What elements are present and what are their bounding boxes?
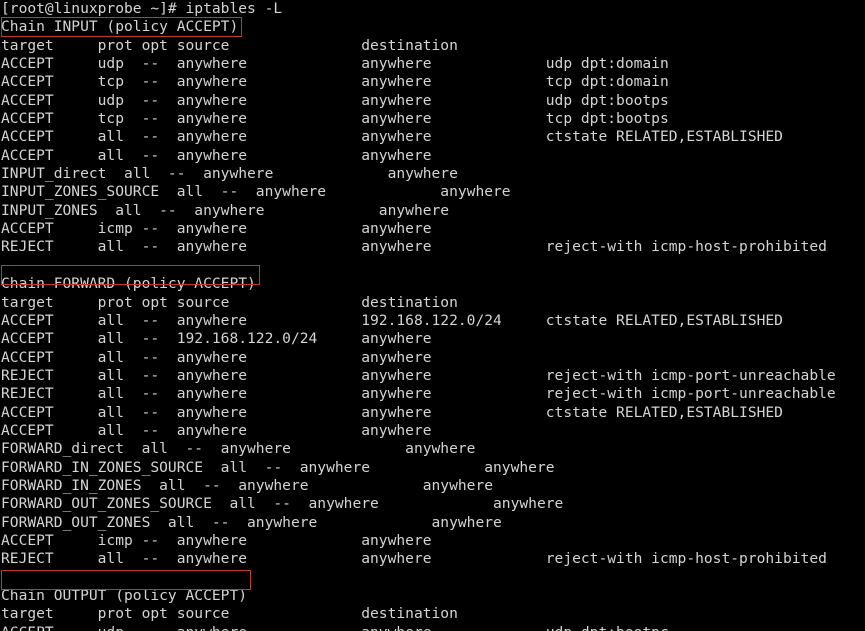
terminal-line: INPUT_ZONES all -- anywhere anywhere xyxy=(1,201,450,219)
terminal-line: INPUT_direct all -- anywhere anywhere xyxy=(1,165,458,183)
terminal-line: ACCEPT udp -- anywhere anywhere udp dpt:… xyxy=(1,624,836,631)
terminal-line: ACCEPT tcp -- anywhere anywhere tcp dpt:… xyxy=(1,110,669,128)
terminal-line: FORWARD_IN_ZONES_SOURCE all -- anywhere … xyxy=(1,458,555,476)
terminal-line: ACCEPT udp -- anywhere anywhere udp dpt:… xyxy=(1,55,669,73)
terminal-line: target prot opt source destination xyxy=(1,293,458,311)
terminal-line: Chain INPUT (policy ACCEPT) xyxy=(1,18,239,36)
terminal-line: REJECT all -- anywhere anywhere reject-w… xyxy=(1,550,827,568)
terminal-line: ACCEPT icmp -- anywhere anywhere xyxy=(1,220,432,238)
terminal-line: target prot opt source destination xyxy=(1,605,458,623)
terminal-screen-text: [root@linuxprobe ~]# iptables -L Chain IN… xyxy=(1,0,836,631)
terminal-line: Chain FORWARD (policy ACCEPT) xyxy=(1,275,256,293)
terminal-line: ACCEPT icmp -- anywhere anywhere xyxy=(1,531,432,549)
terminal-line: INPUT_ZONES_SOURCE all -- anywhere anywh… xyxy=(1,183,511,201)
terminal-line: ACCEPT tcp -- anywhere anywhere tcp dpt:… xyxy=(1,73,669,91)
terminal-line: ACCEPT all -- anywhere 192.168.122.0/24 … xyxy=(1,311,783,329)
terminal-line: ACCEPT all -- anywhere anywhere xyxy=(1,348,432,366)
terminal-line: REJECT all -- anywhere anywhere reject-w… xyxy=(1,238,827,256)
terminal-window[interactable]: [root@linuxprobe ~]# iptables -L Chain IN… xyxy=(0,0,865,631)
terminal-line: FORWARD_OUT_ZONES_SOURCE all -- anywhere… xyxy=(1,495,564,513)
terminal-line: [root@linuxprobe ~]# iptables -L xyxy=(1,0,283,17)
terminal-line: ACCEPT all -- anywhere anywhere ctstate … xyxy=(1,403,783,421)
terminal-line: ACCEPT all -- anywhere anywhere xyxy=(1,421,432,439)
terminal-line: ACCEPT all -- anywhere anywhere xyxy=(1,146,432,164)
terminal-line: FORWARD_direct all -- anywhere anywhere xyxy=(1,440,476,458)
terminal-line: FORWARD_IN_ZONES all -- anywhere anywher… xyxy=(1,476,494,494)
terminal-line: target prot opt source destination xyxy=(1,36,458,54)
terminal-line: ACCEPT all -- 192.168.122.0/24 anywhere xyxy=(1,330,432,348)
terminal-line: ACCEPT udp -- anywhere anywhere udp dpt:… xyxy=(1,91,669,109)
terminal-line: Chain OUTPUT (policy ACCEPT) xyxy=(1,587,248,604)
terminal-line: FORWARD_OUT_ZONES all -- anywhere anywhe… xyxy=(1,513,502,531)
terminal-line: REJECT all -- anywhere anywhere reject-w… xyxy=(1,366,836,384)
terminal-line: REJECT all -- anywhere anywhere reject-w… xyxy=(1,385,836,403)
terminal-line: ACCEPT all -- anywhere anywhere ctstate … xyxy=(1,128,783,146)
